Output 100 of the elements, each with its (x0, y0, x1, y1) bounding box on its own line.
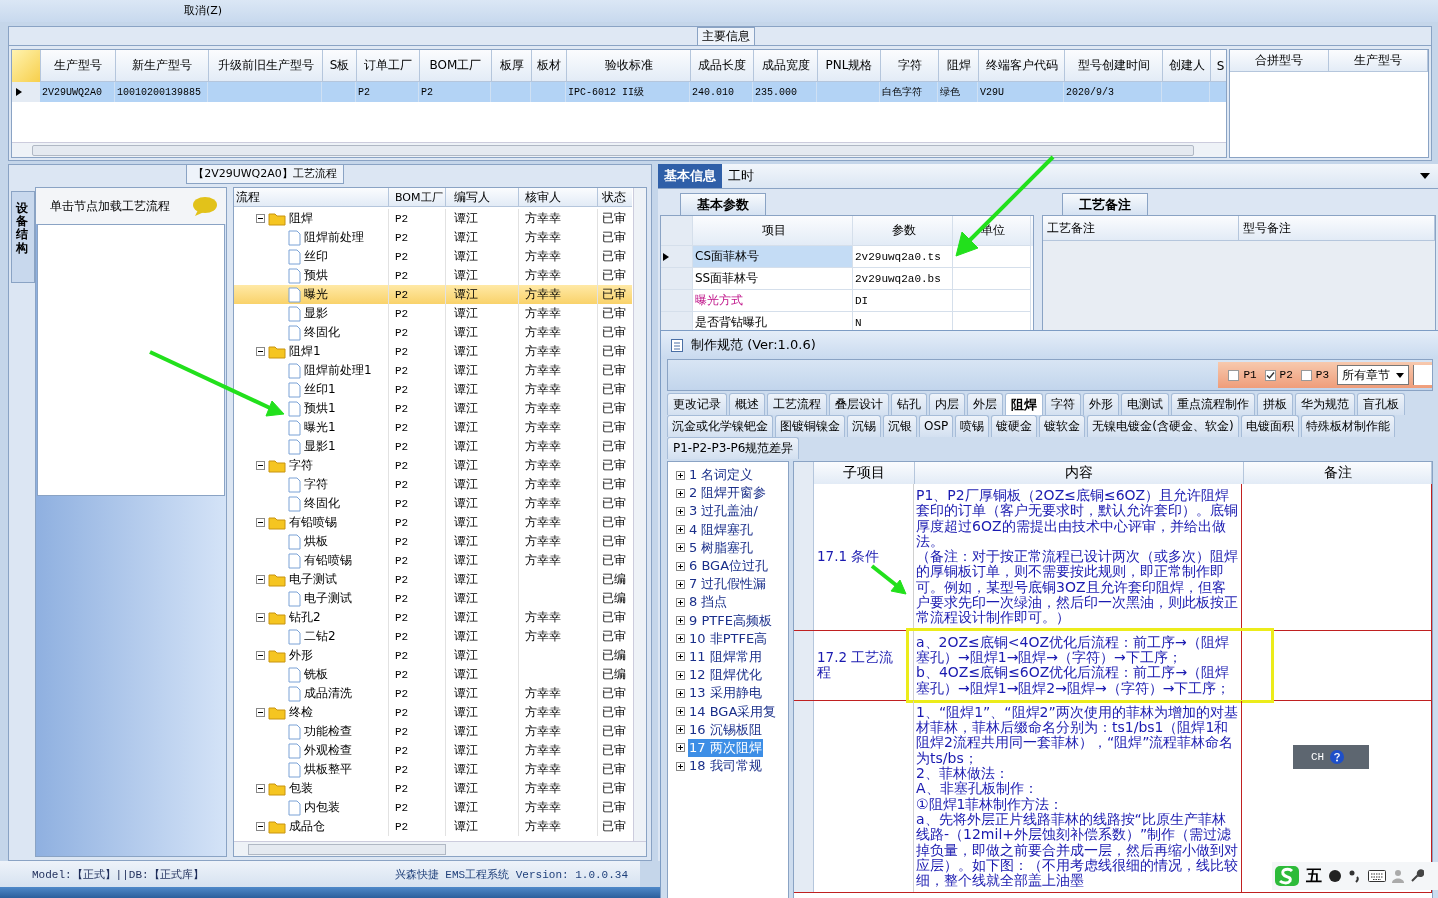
collapse-icon[interactable] (256, 651, 265, 660)
tree-row[interactable]: 外形 P2 谭江 已编 (234, 646, 632, 665)
help-icon[interactable] (1330, 750, 1345, 764)
main-info-tab[interactable]: 主要信息 (697, 27, 755, 45)
tree-row[interactable]: 字符 P2 谭江 方幸幸 已审 (234, 456, 632, 475)
tab[interactable]: 内层 (929, 393, 965, 415)
chapter-item[interactable]: 3 过孔盖油/ (688, 502, 759, 521)
input-field[interactable] (1413, 365, 1432, 385)
tab[interactable]: 更改记录 (667, 393, 727, 415)
expand-icon[interactable] (676, 761, 685, 771)
tree-row[interactable]: 显影 P2 谭江 方幸幸 已审 (234, 304, 632, 323)
tree-row[interactable]: 烘板整平 P2 谭江 方幸幸 已审 (234, 760, 632, 779)
tab[interactable]: 盲孔板 (1357, 393, 1405, 415)
tree-row[interactable]: 电子测试 P2 谭江 已编 (234, 589, 632, 608)
expand-icon[interactable] (676, 616, 685, 626)
chapter-item[interactable]: 1 名词定义 (688, 466, 755, 485)
tree-row[interactable]: 终固化 P2 谭江 方幸幸 已审 (234, 323, 632, 342)
collapse-icon[interactable] (256, 784, 265, 793)
collapse-icon[interactable] (256, 822, 265, 831)
dropdown-arrow-icon[interactable] (1420, 173, 1430, 179)
tree-row[interactable]: 包装 P2 谭江 方幸幸 已审 (234, 779, 632, 798)
collapse-icon[interactable] (256, 214, 265, 223)
column-header[interactable]: 工艺备注 (1043, 216, 1239, 241)
tab[interactable]: P1-P2-P3-P6规范差异 (667, 437, 800, 459)
punctuation-icon[interactable] (1348, 869, 1362, 883)
tree-row[interactable]: 有铅喷锡 P2 谭江 方幸幸 已审 (234, 513, 632, 532)
tab[interactable]: 字符 (1045, 393, 1081, 415)
expand-icon[interactable] (676, 506, 685, 516)
tree-row[interactable]: 阻焊 P2 谭江 方幸幸 已审 (234, 209, 632, 228)
tab[interactable]: 沉金或化学镍钯金 (667, 415, 773, 437)
chapter-item[interactable]: 7 过孔假性漏 (688, 575, 768, 594)
chapter-item[interactable]: 12 阻焊优化 (688, 666, 763, 685)
table-row[interactable]: SS面菲林号 2v29uwq2a0.bs (661, 268, 1033, 290)
language-label[interactable]: CH (1311, 751, 1325, 763)
expand-icon[interactable] (676, 543, 685, 553)
table-row[interactable]: CS面菲林号 2v29uwq2a0.ts (661, 246, 1033, 268)
tab[interactable]: 华为规范 (1295, 393, 1355, 415)
side-tab[interactable]: 设备结构 (11, 191, 35, 283)
chapter-item[interactable]: 14 BGA采用复 (688, 702, 778, 721)
chapter-item[interactable]: 13 采用静电 (688, 684, 763, 703)
keyboard-icon[interactable] (1368, 870, 1386, 882)
tab[interactable]: 电测试 (1121, 393, 1169, 415)
collapse-icon[interactable] (256, 461, 265, 470)
chapter-item[interactable]: 16 沉锡板阻 (688, 720, 763, 739)
column-header[interactable]: 备注 (1244, 462, 1432, 484)
vertical-scrollbar[interactable] (633, 188, 646, 842)
checkbox[interactable] (1264, 369, 1276, 381)
chapter-item[interactable]: 18 我司常规 (688, 757, 763, 776)
collapse-icon[interactable] (256, 613, 265, 622)
tab[interactable]: 外层 (967, 393, 1003, 415)
expand-icon[interactable] (676, 725, 685, 735)
expand-icon[interactable] (676, 561, 685, 571)
tab[interactable]: 电镀面积 (1240, 415, 1299, 437)
tab[interactable]: 重点流程制作 (1171, 393, 1255, 415)
tree-row[interactable]: 成品仓 P2 谭江 方幸幸 已审 (234, 817, 632, 836)
tree-row[interactable]: 曝光1 P2 谭江 方幸幸 已审 (234, 418, 632, 437)
tree-row[interactable]: 曝光 P2 谭江 方幸幸 已审 (234, 285, 632, 304)
tree-row[interactable]: 电子测试 P2 谭江 已编 (234, 570, 632, 589)
tab[interactable]: 钻孔 (891, 393, 927, 415)
tab[interactable]: OSP (919, 415, 954, 437)
column-header[interactable]: 型号备注 (1239, 216, 1435, 241)
sub-tab[interactable]: 工艺备注 (1062, 193, 1148, 215)
expand-icon[interactable] (676, 488, 685, 498)
column-header[interactable]: 子项目 (814, 462, 915, 484)
column-header[interactable]: 合拼型号 (1230, 50, 1329, 72)
ime-logo-icon[interactable] (1274, 865, 1300, 887)
tab[interactable]: 拼板 (1257, 393, 1293, 415)
tab[interactable]: 阻焊 (1005, 393, 1043, 415)
chapter-item[interactable]: 9 PTFE高频板 (688, 611, 773, 630)
chapter-item[interactable]: 11 阻焊常用 (688, 647, 763, 666)
expand-icon[interactable] (676, 707, 685, 717)
expand-icon[interactable] (676, 525, 685, 535)
column-header[interactable]: 流程 (234, 188, 389, 206)
column-header[interactable]: BOM工厂 (389, 188, 446, 206)
tree-row[interactable]: 外观检查 P2 谭江 方幸幸 已审 (234, 741, 632, 760)
tab[interactable]: 叠层设计 (829, 393, 889, 415)
tab[interactable]: 工时 (722, 164, 760, 188)
checkbox[interactable] (1300, 369, 1312, 381)
expand-icon[interactable] (676, 743, 685, 753)
expand-icon[interactable] (676, 634, 685, 644)
horizontal-scrollbar[interactable] (12, 142, 1226, 157)
collapse-icon[interactable] (256, 347, 265, 356)
chapter-dropdown[interactable]: 所有章节 (1337, 365, 1409, 385)
tree-row[interactable]: 成品清洗 P2 谭江 方幸幸 已审 (234, 684, 632, 703)
tree-row[interactable]: 阻焊前处理1 P2 谭江 方幸幸 已审 (234, 361, 632, 380)
tree-row[interactable]: 功能检查 P2 谭江 方幸幸 已审 (234, 722, 632, 741)
tab[interactable]: 沉银 (883, 415, 917, 437)
tab[interactable]: 外形 (1083, 393, 1119, 415)
tree-row[interactable]: 终检 P2 谭江 方幸幸 已审 (234, 703, 632, 722)
chapter-item[interactable]: 6 BGA位过孔 (688, 557, 770, 576)
table-row[interactable]: 曝光方式 DI (661, 290, 1033, 312)
column-header[interactable]: 编写人 (446, 188, 519, 206)
tree-row[interactable]: 铣板 P2 谭江 已编 (234, 665, 632, 684)
column-header[interactable]: 生产型号 (1329, 50, 1428, 72)
tree-row[interactable]: 阻焊1 P2 谭江 方幸幸 已审 (234, 342, 632, 361)
expand-icon[interactable] (676, 670, 685, 680)
input-mode[interactable]: 五 (1306, 865, 1322, 887)
column-header[interactable]: 核审人 (519, 188, 598, 206)
collapse-icon[interactable] (256, 575, 265, 584)
sub-tab[interactable]: 基本参数 (680, 193, 766, 215)
